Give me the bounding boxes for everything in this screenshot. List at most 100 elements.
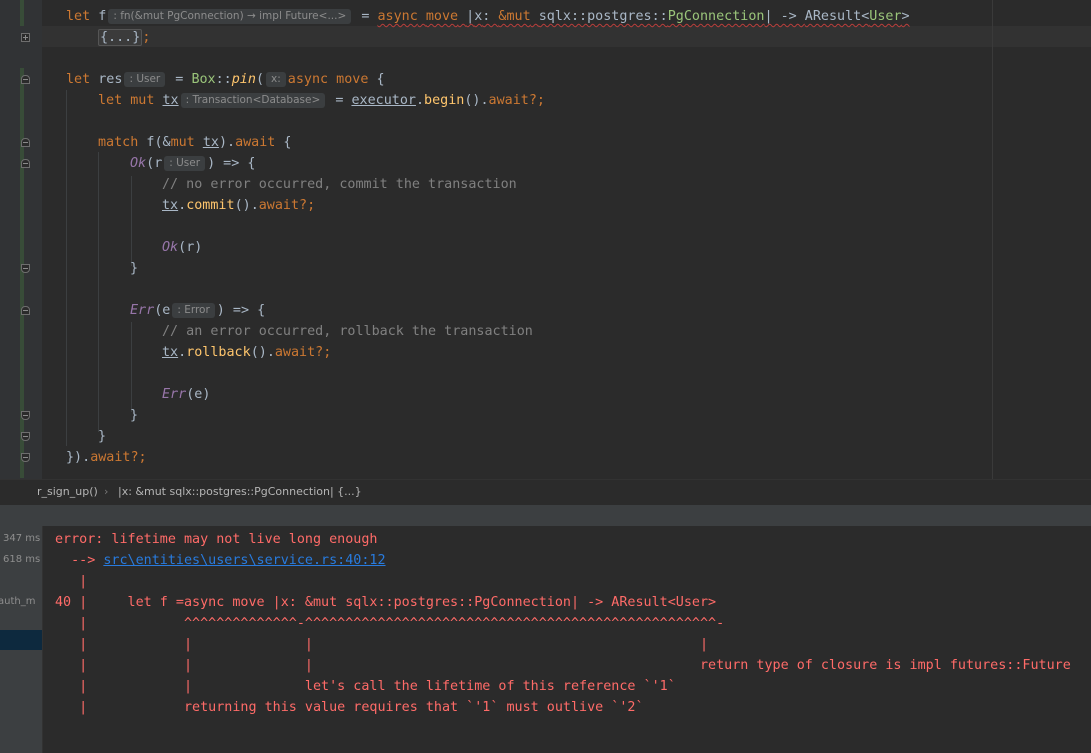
console-line: | returning this value requires that `'1… <box>55 700 644 715</box>
keyword: match <box>98 135 139 150</box>
breadcrumb-item-closure[interactable]: |x: &mut sqlx::postgres::PgConnection| {… <box>118 480 362 504</box>
type-hint: : Error <box>172 303 215 318</box>
indent-guide <box>131 322 132 412</box>
enum-variant: Ok <box>130 156 147 171</box>
function-name: commit <box>186 198 235 213</box>
identifier: e <box>162 303 171 318</box>
fold-collapse-icon[interactable] <box>21 432 30 441</box>
console-output[interactable]: error: lifetime may not live long enough… <box>42 526 1091 753</box>
punctuation: | -> <box>764 9 805 24</box>
folded-code-region[interactable]: {...} <box>98 29 143 46</box>
type-hint: : User <box>124 72 166 87</box>
breadcrumb: r_sign_up() › |x: &mut sqlx::postgres::P… <box>0 479 1091 504</box>
punctuation: : <box>482 9 499 24</box>
code-editor[interactable]: let f: fn(&mut PgConnection) → impl Futu… <box>0 0 1091 479</box>
fold-collapse-icon[interactable] <box>21 306 30 315</box>
code-line[interactable]: match f(&mut tx).await { <box>98 132 292 153</box>
punctuation: . <box>178 198 187 213</box>
punctuation: ( <box>178 240 187 255</box>
code-line[interactable]: } <box>130 258 138 279</box>
code-line[interactable]: tx.commit().await?; <box>162 195 315 216</box>
operator: = <box>167 72 192 87</box>
keyword: await?; <box>90 450 147 465</box>
keyword: let <box>66 72 91 87</box>
source-file-link[interactable]: src\entities\users\service.rs:40:12 <box>103 553 385 568</box>
code-line[interactable]: } <box>98 426 106 447</box>
breadcrumb-item-function[interactable]: r_sign_up() <box>37 480 98 504</box>
tool-window-header <box>0 504 1091 526</box>
fold-collapse-icon[interactable] <box>21 138 30 147</box>
console-line: | <box>55 574 88 589</box>
keyword: move <box>425 9 459 24</box>
identifier: r <box>154 156 163 171</box>
fold-collapse-icon[interactable] <box>21 75 30 84</box>
punctuation: ; <box>142 30 151 45</box>
tree-item-duration[interactable]: 347 ms <box>3 529 42 549</box>
keyword: mut <box>170 135 195 150</box>
identifier: f <box>98 9 107 24</box>
fold-expand-icon[interactable] <box>21 33 30 42</box>
code-line[interactable]: let mut tx: Transaction<Database> = exec… <box>98 90 545 111</box>
type-name: Box <box>191 72 216 87</box>
function-name: rollback <box>186 345 251 360</box>
tree-item-duration[interactable]: 618 ms <box>3 550 42 570</box>
console-text: --> <box>55 553 104 568</box>
keyword: let <box>66 9 91 24</box>
type-name: PgConnection <box>667 9 765 24</box>
fold-collapse-icon[interactable] <box>21 264 30 273</box>
punctuation: () <box>464 93 481 108</box>
keyword: await?; <box>274 345 332 360</box>
operator: = <box>327 93 352 108</box>
tree-item-selected[interactable] <box>0 630 42 650</box>
code-line[interactable]: // an error occurred, rollback the trans… <box>162 321 533 342</box>
chevron-right-icon: › <box>104 485 109 498</box>
vcs-change-marker[interactable] <box>20 0 24 26</box>
code-line[interactable]: tx.rollback().await?; <box>162 342 331 363</box>
punctuation: ) => { <box>216 303 266 318</box>
code-line[interactable]: } <box>130 405 138 426</box>
enum-variant: Err <box>130 303 155 318</box>
punctuation: ) => { <box>207 156 256 171</box>
current-line-highlight <box>42 26 1091 47</box>
console-line: error: lifetime may not live long enough <box>55 532 378 547</box>
identifier: tx <box>162 345 179 360</box>
code-line[interactable]: let res: User = Box::pin(x: async move { <box>66 69 385 90</box>
punctuation: (& <box>154 135 171 150</box>
console-line: | ^^^^^^^^^^^^^^-^^^^^^^^^^^^^^^^^^^^^^^… <box>55 616 725 631</box>
console-line: | | | | <box>55 637 709 652</box>
fold-collapse-icon[interactable] <box>21 453 30 462</box>
punctuation: ) <box>202 387 211 402</box>
console-line: | | let's call the lifetime of this refe… <box>55 679 676 694</box>
code-line[interactable]: Err(e) <box>162 384 210 405</box>
keyword: await <box>235 135 276 150</box>
enum-variant: Ok <box>162 240 179 255</box>
console-line: --> src\entities\users\service.rs:40:12 <box>55 550 385 571</box>
fold-collapse-icon[interactable] <box>21 159 30 168</box>
code-comment: // an error occurred, rollback the trans… <box>162 324 533 339</box>
tree-item-module[interactable]: auth_m <box>0 592 40 612</box>
editor-gutter[interactable] <box>0 0 42 479</box>
indent-guide <box>66 90 67 446</box>
punctuation: } <box>98 429 107 444</box>
code-line[interactable]: let f: fn(&mut PgConnection) → impl Futu… <box>66 6 910 27</box>
test-tree[interactable]: 347 ms 618 ms auth_m <box>0 526 42 753</box>
code-line[interactable]: Ok(r: User) => { <box>130 153 255 174</box>
code-line[interactable]: // no error occurred, commit the transac… <box>162 174 517 195</box>
keyword: mut <box>130 93 155 108</box>
console-line: 40 | let f =async move |x: &mut sqlx::po… <box>55 595 717 610</box>
identifier: res <box>98 72 123 87</box>
punctuation: } <box>130 261 139 276</box>
fold-collapse-icon[interactable] <box>21 411 30 420</box>
console-line: | | | return type of closure is impl fut… <box>55 658 1071 673</box>
code-line[interactable]: Ok(r) <box>162 237 202 258</box>
code-line[interactable]: Err(e: Error) => { <box>130 300 265 321</box>
keyword: async <box>377 9 418 24</box>
identifier: tx <box>162 93 179 108</box>
punctuation: }). <box>66 450 91 465</box>
keyword: async <box>287 72 329 87</box>
code-line[interactable]: }).await?; <box>66 447 147 468</box>
punctuation: ) <box>194 240 203 255</box>
punctuation: { <box>376 72 385 87</box>
punctuation: . <box>480 93 489 108</box>
code-line[interactable]: {...}; <box>98 27 150 48</box>
